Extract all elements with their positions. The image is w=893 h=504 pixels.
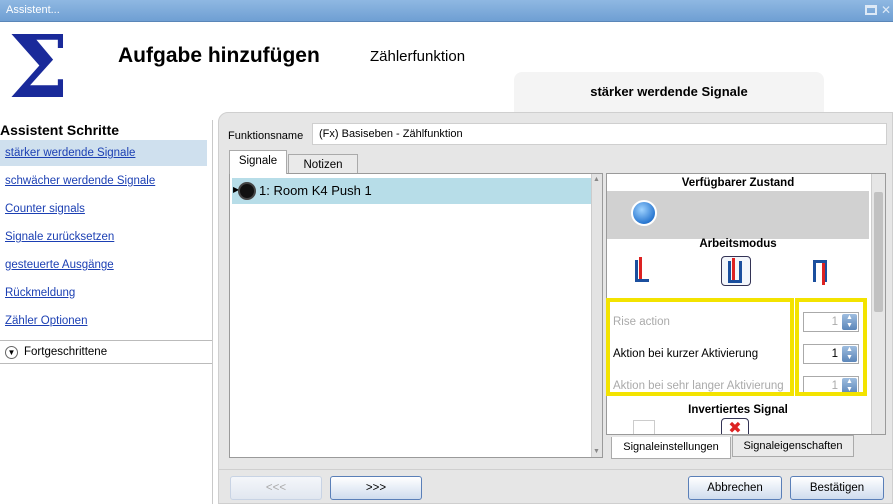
mode-pulse-icon[interactable]: [721, 256, 751, 286]
page-subtitle: Zählerfunktion: [370, 48, 466, 65]
next-button[interactable]: >>>: [330, 476, 422, 500]
sidebar-item-feedback[interactable]: Rückmeldung: [5, 280, 212, 306]
function-name-label: Funktionsname: [228, 130, 304, 142]
available-state-heading: Verfügbarer Zustand: [681, 177, 795, 189]
work-mode-heading: Arbeitsmodus: [699, 238, 777, 250]
highlight-box-values: [795, 298, 867, 396]
sidebar-item-reset-signals[interactable]: Signale zurücksetzen: [5, 224, 212, 250]
sidebar-item-counter-signals[interactable]: Counter signals: [5, 196, 212, 222]
sidebar-item-counter-options[interactable]: Zähler Optionen: [5, 308, 212, 334]
sidebar-heading: Assistent Schritte: [0, 122, 120, 138]
sidebar: Assistent Schritte stärker werdende Sign…: [0, 120, 213, 504]
signal-list: ▶ 1: Room K4 Push 1 ▲ ▼: [229, 173, 603, 458]
cancel-button[interactable]: Abbrechen: [688, 476, 782, 500]
signal-list-scrollbar[interactable]: ▲ ▼: [591, 174, 602, 457]
current-step-label: stärker werdende Signale: [590, 84, 748, 99]
sidebar-item-rising-signals[interactable]: stärker werdende Signale: [0, 140, 207, 166]
list-item[interactable]: ▶ 1: Room K4 Push 1: [232, 178, 592, 204]
advanced-label: Fortgeschrittene: [24, 346, 108, 358]
maximize-icon[interactable]: [865, 5, 877, 15]
previous-button[interactable]: <<<: [230, 476, 322, 500]
mode-falling-edge-icon[interactable]: [807, 256, 837, 286]
tab-signals[interactable]: Signale: [229, 150, 287, 174]
inverted-signal-heading: Invertiertes Signal: [688, 404, 788, 416]
tab-signal-settings[interactable]: Signaleinstellungen: [611, 437, 731, 459]
mode-rising-edge-icon[interactable]: [629, 256, 659, 286]
current-step-header: stärker werdende Signale: [514, 72, 824, 112]
page-title: Aufgabe hinzufügen: [118, 44, 320, 67]
sidebar-item-controlled-outputs[interactable]: gesteuerte Ausgänge: [5, 252, 212, 278]
inverted-x-icon[interactable]: ✖: [721, 418, 749, 434]
highlight-box-labels: [606, 298, 794, 396]
properties-scrollbar[interactable]: [871, 174, 885, 434]
scrollbar-thumb[interactable]: [874, 192, 883, 312]
title-bar: Assistent... ✕: [0, 0, 893, 22]
sidebar-item-falling-signals[interactable]: schwächer werdende Signale: [5, 168, 212, 194]
window-title: Assistent...: [6, 4, 60, 16]
close-icon[interactable]: ✕: [881, 3, 891, 17]
signal-label: 1: Room K4 Push 1: [259, 183, 372, 198]
sigma-logo-icon: Σ: [8, 17, 69, 118]
function-name-field[interactable]: (Fx) Basiseben - Zählfunktion: [312, 123, 887, 145]
confirm-button[interactable]: Bestätigen: [790, 476, 884, 500]
advanced-expander[interactable]: ▼ Fortgeschrittene: [0, 340, 212, 364]
scroll-up-icon[interactable]: ▲: [593, 176, 600, 183]
not-inverted-check-icon[interactable]: [633, 420, 655, 434]
chevron-down-icon: ▼: [5, 346, 18, 359]
tab-signal-properties[interactable]: Signaleigenschaften: [732, 435, 854, 457]
scroll-down-icon[interactable]: ▼: [593, 448, 600, 455]
state-lamp-icon[interactable]: [631, 200, 657, 226]
push-button-icon: [238, 182, 256, 200]
